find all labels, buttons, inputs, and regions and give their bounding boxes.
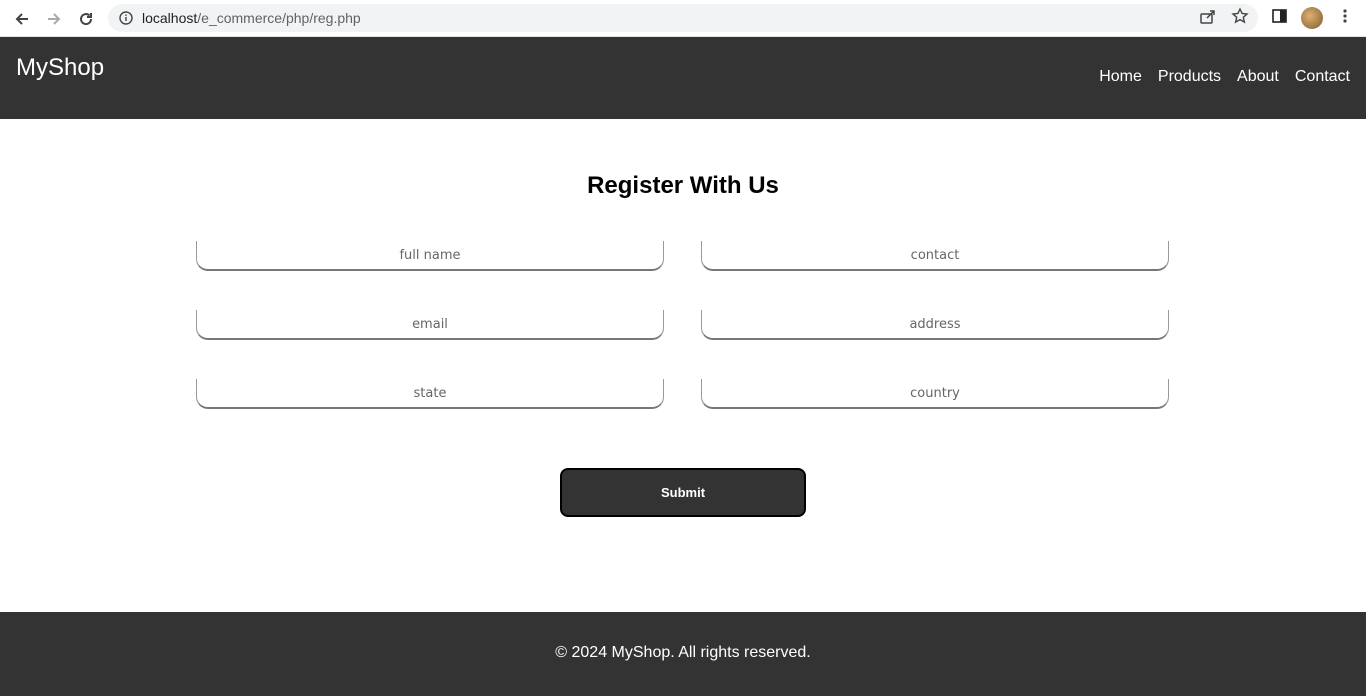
- full-name-input[interactable]: [196, 241, 664, 271]
- country-input[interactable]: [701, 379, 1169, 409]
- url-text: localhost/e_commerce/php/reg.php: [142, 10, 361, 26]
- share-icon[interactable]: [1199, 7, 1217, 30]
- nav-about[interactable]: About: [1237, 68, 1279, 86]
- bookmark-star-icon[interactable]: [1231, 7, 1249, 30]
- site-logo[interactable]: MyShop: [16, 54, 104, 82]
- nav-products[interactable]: Products: [1158, 68, 1221, 86]
- main-nav: Home Products About Contact: [1099, 68, 1350, 86]
- back-arrow-icon[interactable]: [9, 6, 35, 32]
- state-input[interactable]: [196, 379, 664, 409]
- footer-copyright: © 2024 MyShop. All rights reserved.: [555, 644, 811, 661]
- info-icon[interactable]: [119, 11, 133, 30]
- address-bar[interactable]: localhost/e_commerce/php/reg.php: [108, 4, 1258, 32]
- url-host: localhost: [142, 10, 198, 26]
- page-title: Register With Us: [587, 172, 779, 199]
- address-input[interactable]: [701, 310, 1169, 340]
- submit-button[interactable]: Submit: [560, 468, 806, 517]
- email-input[interactable]: [196, 310, 664, 340]
- kebab-menu-icon[interactable]: [1338, 7, 1352, 30]
- side-panel-icon[interactable]: [1271, 7, 1289, 30]
- nav-contact[interactable]: Contact: [1295, 68, 1350, 86]
- contact-input[interactable]: [701, 241, 1169, 271]
- site-header: MyShop Home Products About Contact: [0, 37, 1366, 119]
- site-footer: © 2024 MyShop. All rights reserved.: [0, 612, 1366, 696]
- url-path: /e_commerce/php/reg.php: [197, 10, 361, 26]
- browser-toolbar: localhost/e_commerce/php/reg.php: [0, 0, 1366, 37]
- forward-arrow-icon[interactable]: [41, 6, 67, 32]
- profile-avatar[interactable]: [1301, 7, 1323, 29]
- nav-home[interactable]: Home: [1099, 68, 1142, 86]
- reload-icon[interactable]: [73, 6, 99, 32]
